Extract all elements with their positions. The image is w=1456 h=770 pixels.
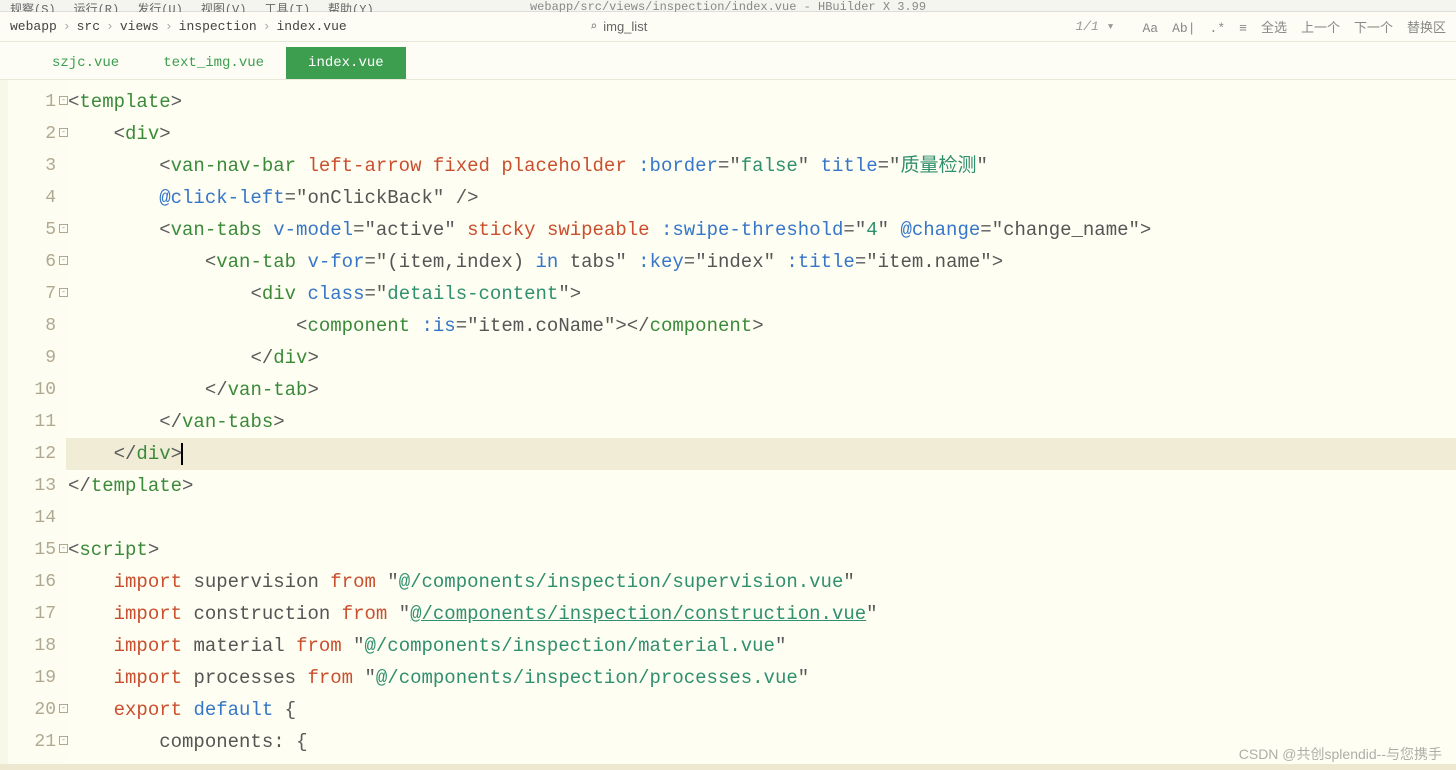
breadcrumb-item[interactable]: inspection bbox=[179, 19, 257, 34]
editor-tabs: szjc.vuetext_img.vueindex.vue bbox=[0, 42, 1456, 80]
line-number: 5- bbox=[8, 214, 66, 246]
line-number: 20- bbox=[8, 694, 66, 726]
marker-column bbox=[0, 80, 8, 770]
line-number: 8 bbox=[8, 310, 66, 342]
code-line[interactable]: @click-left="onClickBack" /> bbox=[66, 182, 1456, 214]
line-number: 11 bbox=[8, 406, 66, 438]
line-number: 10 bbox=[8, 374, 66, 406]
code-line[interactable]: <div class="details-content"> bbox=[66, 278, 1456, 310]
line-number: 16 bbox=[8, 566, 66, 598]
code-line[interactable]: <van-tabs v-model="active" sticky swipea… bbox=[66, 214, 1456, 246]
line-number: 17 bbox=[8, 598, 66, 630]
search-tools: 1/1 ▾ Aa Ab| .* ≡ 全选上一个下一个替换区 bbox=[1075, 17, 1446, 36]
code-line[interactable]: import material from "@/components/inspe… bbox=[66, 630, 1456, 662]
chevron-right-icon: › bbox=[165, 19, 173, 34]
code-line[interactable]: </van-tabs> bbox=[66, 406, 1456, 438]
breadcrumb-item[interactable]: src bbox=[77, 19, 100, 34]
line-number: 3 bbox=[8, 150, 66, 182]
code-area[interactable]: <template> <div> <van-nav-bar left-arrow… bbox=[66, 80, 1456, 770]
search-tool-button[interactable]: .* bbox=[1210, 21, 1226, 36]
code-line[interactable]: </div> bbox=[66, 438, 1456, 470]
search-tool-button[interactable]: Ab| bbox=[1172, 21, 1195, 36]
breadcrumb-item[interactable]: webapp bbox=[10, 19, 57, 34]
code-line[interactable]: <van-tab v-for="(item,index) in tabs" :k… bbox=[66, 246, 1456, 278]
chevron-right-icon: › bbox=[63, 19, 71, 34]
code-line[interactable]: <van-nav-bar left-arrow fixed placeholde… bbox=[66, 150, 1456, 182]
line-number: 13 bbox=[8, 470, 66, 502]
code-line[interactable]: <template> bbox=[66, 86, 1456, 118]
code-line[interactable]: </van-tab> bbox=[66, 374, 1456, 406]
line-number: 1- bbox=[8, 86, 66, 118]
line-number: 15- bbox=[8, 534, 66, 566]
line-number: 7- bbox=[8, 278, 66, 310]
code-line[interactable]: <script> bbox=[66, 534, 1456, 566]
editor-tab[interactable]: text_img.vue bbox=[141, 47, 286, 79]
search-icon: ⌕ bbox=[590, 19, 597, 34]
breadcrumb-item[interactable]: index.vue bbox=[277, 19, 347, 34]
search-tool-button[interactable]: 下一个 bbox=[1354, 21, 1393, 36]
match-counter: 1/1 ▾ bbox=[1075, 19, 1114, 34]
breadcrumb[interactable]: webapp › src › views › inspection › index.vue bbox=[10, 19, 347, 34]
line-number: 19 bbox=[8, 662, 66, 694]
code-line[interactable]: import construction from "@/components/i… bbox=[66, 598, 1456, 630]
breadcrumb-item[interactable]: views bbox=[120, 19, 159, 34]
line-gutter: 1-2-345-6-7-89101112131415-1617181920-21… bbox=[8, 80, 66, 770]
editor-tab[interactable]: szjc.vue bbox=[30, 47, 141, 79]
code-line[interactable]: import processes from "@/components/insp… bbox=[66, 662, 1456, 694]
search-area: ⌕ bbox=[590, 19, 703, 34]
search-tool-button[interactable]: ≡ bbox=[1239, 21, 1247, 36]
search-tool-button[interactable]: 替换区 bbox=[1407, 21, 1446, 36]
line-number: 21- bbox=[8, 726, 66, 758]
line-number: 4 bbox=[8, 182, 66, 214]
code-editor[interactable]: 1-2-345-6-7-89101112131415-1617181920-21… bbox=[0, 80, 1456, 770]
code-line[interactable]: </div> bbox=[66, 342, 1456, 374]
search-tool-button[interactable]: Aa bbox=[1143, 21, 1159, 36]
line-number: 2- bbox=[8, 118, 66, 150]
horizontal-scrollbar[interactable] bbox=[0, 764, 1456, 770]
code-line[interactable]: <div> bbox=[66, 118, 1456, 150]
chevron-right-icon: › bbox=[106, 19, 114, 34]
code-line[interactable] bbox=[66, 502, 1456, 534]
search-input[interactable] bbox=[603, 19, 703, 34]
search-tool-button[interactable]: 全选 bbox=[1261, 21, 1287, 36]
chevron-right-icon: › bbox=[263, 19, 271, 34]
code-line[interactable]: </template> bbox=[66, 470, 1456, 502]
line-number: 14 bbox=[8, 502, 66, 534]
search-tool-button[interactable]: 上一个 bbox=[1301, 21, 1340, 36]
line-number: 6- bbox=[8, 246, 66, 278]
watermark: CSDN @共创splendid--与您携手 bbox=[1239, 744, 1442, 764]
breadcrumb-bar: webapp›src›views›inspection›index.vue ⌕ … bbox=[0, 12, 1456, 42]
line-number: 9 bbox=[8, 342, 66, 374]
code-line[interactable]: export default { bbox=[66, 694, 1456, 726]
line-number: 12 bbox=[8, 438, 66, 470]
editor-tab[interactable]: index.vue bbox=[286, 47, 406, 79]
menu-bar: webapp/src/views/inspection/index.vue - … bbox=[0, 0, 1456, 12]
line-number: 18 bbox=[8, 630, 66, 662]
code-line[interactable]: import supervision from "@/components/in… bbox=[66, 566, 1456, 598]
code-line[interactable]: <component :is="item.coName"></component… bbox=[66, 310, 1456, 342]
